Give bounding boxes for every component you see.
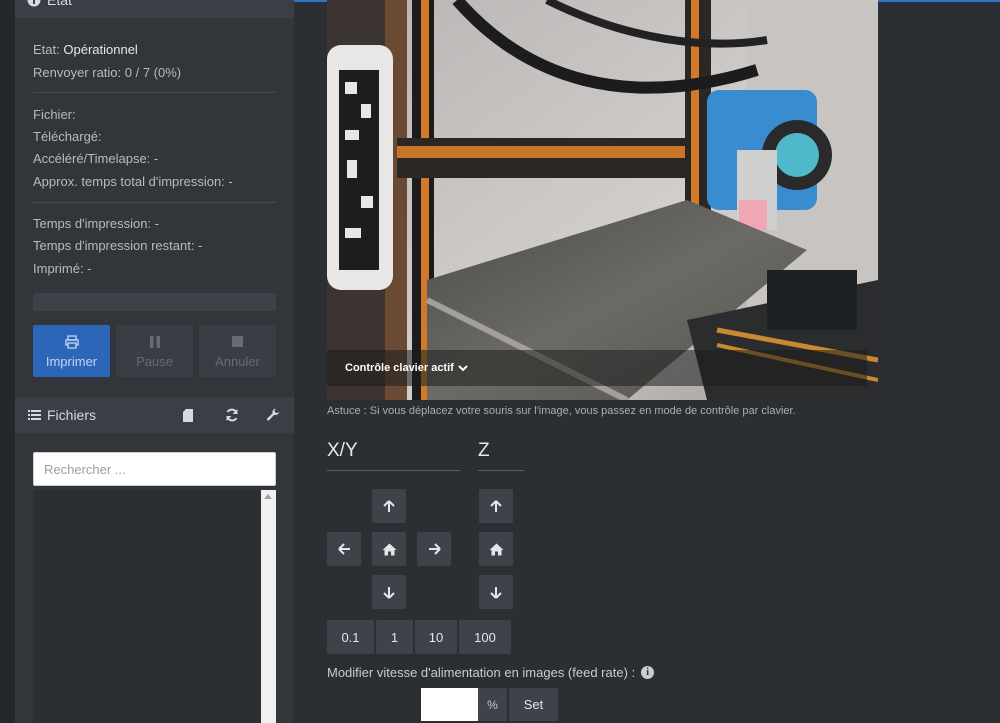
chevron-down-icon xyxy=(458,364,468,372)
xy-axis-title: X/Y xyxy=(327,440,358,461)
file-search-input[interactable] xyxy=(33,452,276,486)
sd-card-icon[interactable] xyxy=(178,397,198,433)
home-icon xyxy=(382,543,396,555)
feed-rate-label-row: Modifier vitesse d'alimentation en image… xyxy=(327,665,655,680)
webcam-stream[interactable]: Contrôle clavier actif xyxy=(327,0,878,400)
printed-label: Imprimé: - xyxy=(33,261,92,276)
timelapse-label: Accéléré/Timelapse: - xyxy=(33,151,159,166)
jog-z-minus-button[interactable] xyxy=(479,575,513,609)
state-line: Etat: Opérationnel xyxy=(33,42,138,57)
left-edge-strip xyxy=(0,0,15,723)
feed-rate-input[interactable] xyxy=(421,688,478,721)
file-list xyxy=(33,490,276,723)
webcam-hint: Astuce : Si vous déplacez votre souris s… xyxy=(327,405,796,417)
jog-y-plus-button[interactable] xyxy=(372,489,406,523)
divider xyxy=(33,92,276,93)
print-button[interactable]: Imprimer xyxy=(33,325,110,377)
step-100-button[interactable]: 100 xyxy=(459,620,511,654)
sidebar: Etat Etat: Opérationnel Renvoyer ratio: … xyxy=(15,0,294,723)
step-10-button[interactable]: 10 xyxy=(415,620,457,654)
arrow-up-icon xyxy=(383,499,395,512)
arrow-down-icon xyxy=(383,586,395,599)
arrow-left-icon xyxy=(337,543,350,555)
z-axis-title: Z xyxy=(478,440,490,461)
jog-x-minus-button[interactable] xyxy=(327,532,361,566)
list-icon xyxy=(27,408,41,422)
pause-button-label: Pause xyxy=(136,353,173,369)
z-title-underline xyxy=(478,470,524,471)
info-icon[interactable]: i xyxy=(641,666,655,679)
step-0.1-button[interactable]: 0.1 xyxy=(327,620,374,654)
home-xy-button[interactable] xyxy=(372,532,406,566)
jog-z-plus-button[interactable] xyxy=(479,489,513,523)
print-time-left: Temps d'impression restant: - xyxy=(33,238,203,253)
divider xyxy=(33,202,276,203)
pause-icon xyxy=(149,334,161,350)
print-time: Temps d'impression: - xyxy=(33,216,160,231)
cancel-button-label: Annuler xyxy=(215,353,260,369)
step-1-button[interactable]: 1 xyxy=(376,620,413,654)
jog-x-plus-button[interactable] xyxy=(417,532,451,566)
keyboard-control-bar[interactable]: Contrôle clavier actif xyxy=(327,350,867,386)
state-value: Opérationnel xyxy=(63,42,138,57)
file-list-scrollbar[interactable] xyxy=(261,490,276,723)
printer-icon xyxy=(64,334,79,350)
wrench-icon[interactable] xyxy=(263,397,283,433)
stop-icon xyxy=(232,334,243,350)
resend-ratio: Renvoyer ratio: 0 / 7 (0%) xyxy=(33,65,182,80)
info-circle-icon xyxy=(27,0,41,7)
arrow-down-icon xyxy=(490,586,502,599)
uploaded-label: Téléchargé: xyxy=(33,129,102,144)
xy-title-underline xyxy=(327,470,460,471)
refresh-icon[interactable] xyxy=(222,397,242,433)
arrow-right-icon xyxy=(428,543,441,555)
feed-rate-unit: % xyxy=(478,688,507,721)
home-icon xyxy=(489,543,503,555)
keyboard-control-indicator[interactable]: Contrôle clavier actif xyxy=(345,362,468,374)
approx-total-time: Approx. temps total d'impression: - xyxy=(33,174,233,189)
state-label: Etat: xyxy=(33,42,60,57)
jog-y-minus-button[interactable] xyxy=(372,575,406,609)
print-progress-bar xyxy=(33,293,276,311)
print-button-label: Imprimer xyxy=(45,353,98,369)
scroll-up-icon[interactable] xyxy=(264,494,272,499)
pause-button[interactable]: Pause xyxy=(116,325,193,377)
cancel-button[interactable]: Annuler xyxy=(199,325,276,377)
files-panel-title: Fichiers xyxy=(47,407,97,423)
keyboard-control-label: Contrôle clavier actif xyxy=(345,362,454,374)
state-panel-title: Etat xyxy=(47,0,72,8)
arrow-up-icon xyxy=(490,499,502,512)
home-z-button[interactable] xyxy=(479,532,513,566)
file-label: Fichier: xyxy=(33,107,76,122)
files-panel-header[interactable]: Fichiers xyxy=(15,397,294,433)
feed-rate-label: Modifier vitesse d'alimentation en image… xyxy=(327,665,636,680)
webcam-image xyxy=(327,0,878,400)
state-panel-header[interactable]: Etat xyxy=(15,0,294,18)
feed-rate-set-button[interactable]: Set xyxy=(509,688,558,721)
